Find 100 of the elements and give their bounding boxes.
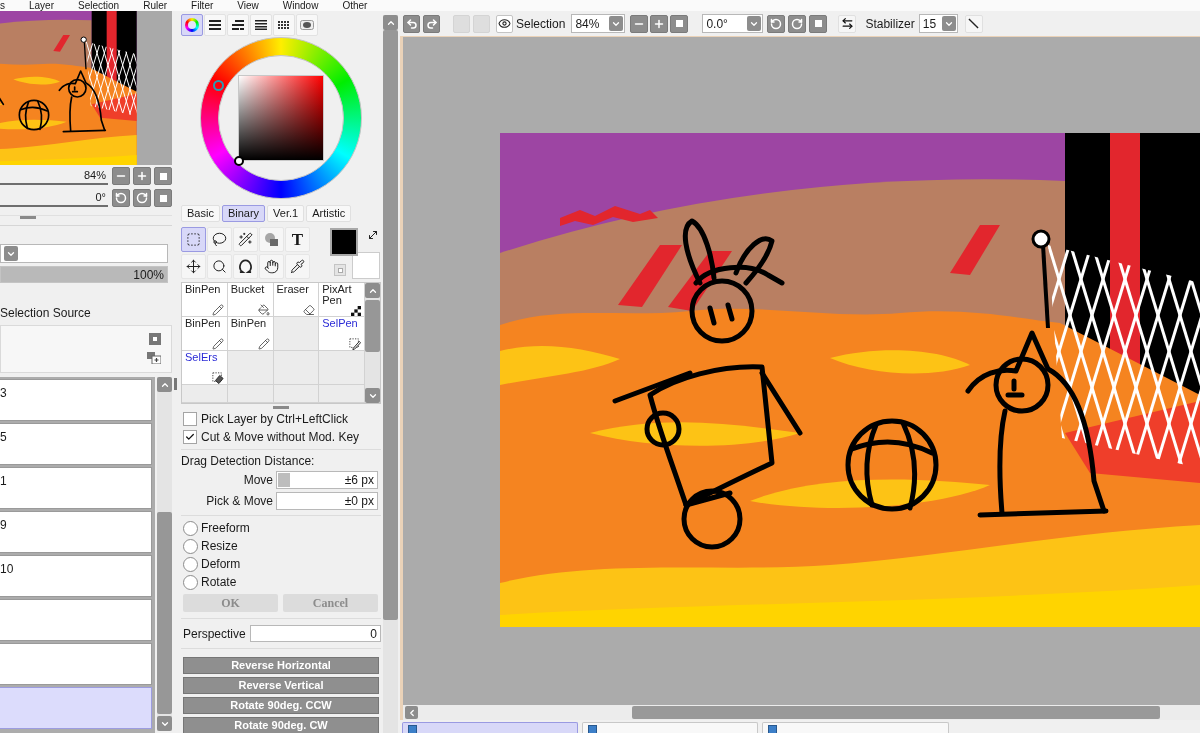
brush-tab[interactable]: Artistic — [306, 205, 352, 222]
document-tab[interactable] — [762, 722, 949, 733]
caret-down-icon[interactable] — [941, 16, 956, 31]
scroll-left-icon[interactable] — [405, 706, 418, 719]
caret-down-icon[interactable] — [4, 246, 18, 261]
caret-down-icon[interactable] — [609, 16, 624, 31]
reset-colors-icon[interactable] — [334, 264, 346, 276]
vertical-scrollbar[interactable] — [157, 377, 172, 731]
selection-source-label[interactable]: Selection Source — [0, 305, 91, 321]
brush-slot[interactable]: SelPen — [319, 317, 365, 351]
caret-down-icon[interactable] — [747, 16, 762, 31]
radio-label[interactable]: Resize — [201, 537, 238, 555]
undo-button[interactable] — [403, 14, 420, 33]
reset-button[interactable] — [670, 14, 689, 33]
zoom-dropdown[interactable]: 84% — [571, 14, 626, 33]
stacked-squares-icon[interactable] — [147, 352, 161, 364]
redo-button[interactable] — [423, 14, 440, 33]
zoom-out-button[interactable] — [112, 167, 130, 185]
stabilizer-dropdown[interactable]: 15 — [918, 14, 958, 33]
scrollbar-thumb[interactable] — [383, 30, 398, 620]
rotation-field[interactable]: 0° — [0, 189, 108, 207]
zoom-in-button[interactable] — [650, 14, 669, 33]
text-tool[interactable]: T — [285, 227, 310, 252]
perspective-field[interactable]: 0 — [249, 625, 381, 642]
reset-button[interactable] — [154, 167, 172, 185]
rotate-right-button[interactable] — [788, 14, 807, 33]
document-tab[interactable] — [402, 722, 578, 733]
menu-item[interactable]: s — [0, 0, 5, 11]
zoom-tool[interactable] — [207, 253, 232, 279]
splitter-handle[interactable] — [173, 378, 177, 390]
background-color-swatch[interactable] — [352, 252, 380, 279]
reset-button[interactable] — [154, 189, 172, 207]
menu-item[interactable]: View — [237, 0, 259, 11]
lasso-tool[interactable] — [207, 227, 232, 252]
zoom-in-button[interactable] — [133, 167, 151, 185]
reset-button[interactable] — [809, 14, 828, 33]
horizontal-scrollbar[interactable] — [400, 705, 1200, 720]
radio-button[interactable] — [183, 574, 198, 590]
checkbox[interactable] — [183, 412, 197, 426]
radio-button[interactable] — [183, 538, 198, 554]
layer-row[interactable]: 3 — [0, 379, 152, 421]
scroll-down-icon[interactable] — [365, 388, 380, 403]
scroll-up-icon[interactable] — [383, 15, 398, 30]
scrollbar-thumb[interactable] — [632, 706, 1160, 719]
checkbox-label[interactable]: Cut & Move without Mod. Key — [201, 428, 360, 446]
layer-row[interactable]: 9 — [0, 511, 152, 553]
canvas-viewport[interactable] — [400, 36, 1200, 705]
layer-row[interactable]: 10 — [0, 555, 152, 597]
rotate-tool[interactable] — [233, 253, 258, 279]
line-tool-button[interactable] — [964, 14, 983, 33]
vertical-scrollbar[interactable] — [383, 15, 398, 733]
brush-slot[interactable]: Eraser — [273, 283, 320, 317]
brush-slot[interactable]: BinPen — [182, 283, 228, 317]
menu-item[interactable]: Ruler — [143, 0, 168, 11]
brush-tab[interactable]: Basic — [181, 205, 220, 222]
scrollbar-thumb[interactable] — [365, 300, 380, 352]
hand-tool[interactable] — [259, 253, 284, 279]
brush-slot[interactable]: PixArt Pen — [319, 283, 365, 317]
rotate-left-button[interactable] — [112, 189, 130, 207]
distance-field[interactable]: ±0 px — [276, 492, 378, 510]
scroll-up-icon[interactable] — [365, 283, 380, 298]
layer-row[interactable] — [0, 687, 152, 729]
color-panel-tab[interactable] — [181, 14, 203, 36]
scroll-up-icon[interactable] — [157, 377, 172, 392]
vertical-scrollbar[interactable] — [365, 283, 380, 403]
layer-row[interactable]: 1 — [0, 467, 152, 509]
move-tool[interactable] — [181, 253, 206, 279]
rotation-dropdown[interactable]: 0.0° — [702, 14, 764, 33]
color-handle[interactable] — [234, 156, 244, 166]
checkbox-label[interactable]: Pick Layer by Ctrl+LeftClick — [201, 410, 349, 428]
hue-handle[interactable] — [213, 80, 224, 91]
zoom-field[interactable]: 84% — [0, 167, 108, 185]
brush-tab[interactable]: Binary — [221, 205, 266, 222]
layer-row[interactable] — [0, 643, 152, 685]
swap-arrow-icon[interactable] — [367, 229, 379, 241]
brush-slot[interactable]: BinPen — [227, 317, 274, 351]
layer-row[interactable] — [0, 599, 152, 641]
brush-slot[interactable]: SelErs — [182, 351, 228, 385]
foreground-color-swatch[interactable] — [330, 228, 358, 256]
rotate-left-button[interactable] — [767, 14, 786, 33]
radio-label[interactable]: Deform — [201, 555, 241, 573]
menu-item[interactable]: Other — [342, 0, 368, 11]
splitter-handle[interactable] — [273, 405, 289, 409]
radio-label[interactable]: Rotate — [201, 573, 237, 591]
scroll-down-icon[interactable] — [157, 716, 172, 731]
radio-button[interactable] — [183, 520, 198, 536]
mode-dropdown[interactable] — [0, 244, 168, 263]
splitter-handle[interactable] — [20, 216, 36, 219]
opacity-slider[interactable]: 100% — [0, 266, 168, 283]
distance-field[interactable]: ±6 px — [276, 471, 378, 489]
shape-tool[interactable] — [259, 227, 284, 252]
menu-item[interactable]: Selection — [78, 0, 120, 11]
magic-wand-tool[interactable] — [233, 227, 258, 252]
rotate-right-button[interactable] — [133, 189, 151, 207]
menu-item[interactable]: Layer — [29, 0, 54, 11]
menu-item[interactable]: Filter — [191, 0, 214, 11]
scrollbar-thumb[interactable] — [157, 512, 172, 714]
zoom-out-button[interactable] — [630, 14, 649, 33]
brush-tab[interactable]: Ver.1 — [267, 205, 305, 222]
view-toggle-button[interactable] — [496, 14, 513, 33]
